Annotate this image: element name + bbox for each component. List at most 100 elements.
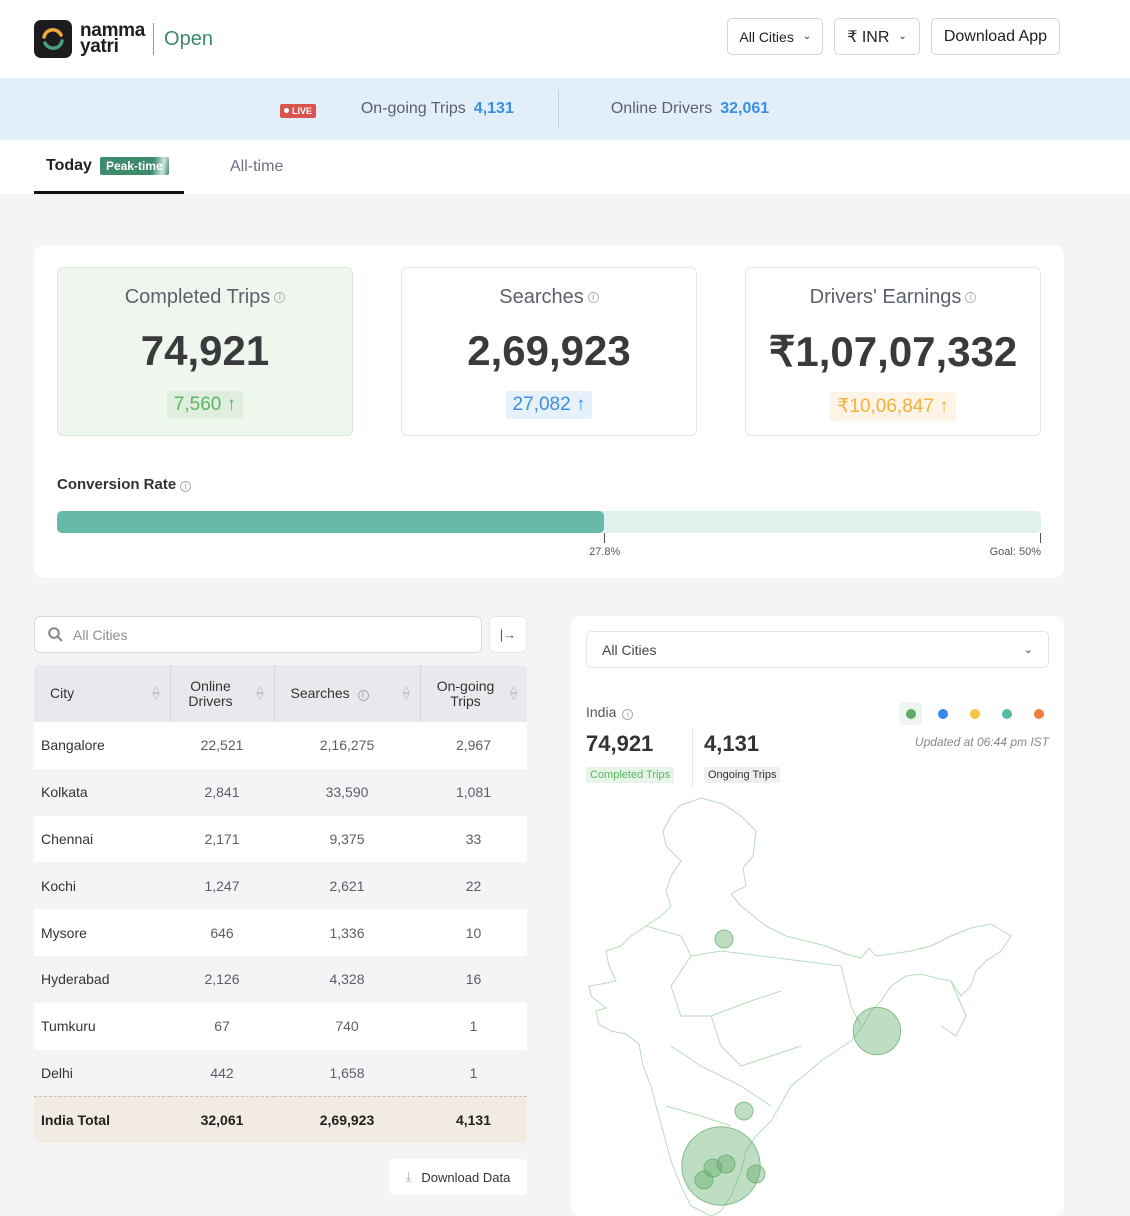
map-city-select[interactable]: All Cities ⌄ bbox=[586, 631, 1049, 668]
conversion-value-label: 27.8% bbox=[589, 546, 621, 558]
city-table: City △ ▽ Online Drivers △ ▽ Searches i △ ▽ On-… bbox=[34, 665, 527, 1144]
city-search[interactable] bbox=[34, 616, 482, 653]
metric-color-dot[interactable] bbox=[931, 702, 954, 725]
card-value: 2,69,923 bbox=[467, 327, 631, 374]
table-row[interactable]: Kochi 1,247 2,621 22 bbox=[34, 862, 527, 910]
sort-icon[interactable]: △ ▽ bbox=[257, 685, 264, 701]
collapse-panel-button[interactable]: |→ bbox=[489, 616, 527, 653]
cell-ongoing-trips: 10 bbox=[465, 924, 482, 941]
city-bubble-delhi[interactable] bbox=[714, 929, 734, 949]
online-drivers-value: 32,061 bbox=[720, 100, 770, 117]
table-row[interactable]: Bangalore 22,521 2,16,275 2,967 bbox=[34, 722, 527, 769]
metric-color-dot[interactable] bbox=[899, 702, 922, 725]
arrow-up-icon: ↑ bbox=[226, 394, 237, 415]
conversion-rate-title: Conversion Rate i bbox=[57, 476, 192, 493]
metric-color-dot[interactable] bbox=[963, 702, 986, 725]
sort-icon[interactable]: △ ▽ bbox=[153, 685, 160, 701]
card-delta: 27,082 ↑ bbox=[505, 391, 593, 419]
table-total-row: India Total 32,061 2,69,923 4,131 bbox=[34, 1095, 527, 1144]
city-bubble-tumkuru[interactable] bbox=[716, 1154, 736, 1174]
column-searches[interactable]: Searches i △ ▽ bbox=[274, 665, 421, 722]
namma-yatri-logo[interactable] bbox=[34, 20, 72, 58]
cell-city: Kolkata bbox=[34, 768, 170, 816]
updated-timestamp: Updated at 06:44 pm IST bbox=[914, 735, 1049, 749]
info-icon[interactable]: i bbox=[587, 292, 599, 304]
delta-value: 27,082 bbox=[512, 394, 571, 415]
live-stats-bar: LIVE On-going Trips 4,131 Online Drivers… bbox=[0, 78, 1130, 140]
cell-ongoing-trips: 22 bbox=[420, 862, 527, 910]
conversion-progress-bar bbox=[57, 511, 1041, 533]
cell-searches: 1,658 bbox=[274, 1049, 420, 1097]
download-icon: ⤓ bbox=[405, 1169, 412, 1184]
sort-icon[interactable]: △ ▽ bbox=[403, 685, 410, 701]
info-icon[interactable]: i bbox=[622, 709, 634, 720]
cell-city: Bangalore bbox=[41, 737, 105, 754]
cell-online-drivers: 2,841 bbox=[170, 768, 274, 816]
city-bubbles bbox=[681, 929, 902, 1206]
cell-city: Delhi bbox=[34, 1049, 170, 1097]
table-row[interactable]: Delhi 442 1,658 1 bbox=[34, 1049, 527, 1097]
cell-ongoing-trips: 1,081 bbox=[420, 768, 527, 816]
india-map[interactable] bbox=[571, 786, 1064, 1216]
table-row[interactable]: Mysore 646 1,336 10 bbox=[34, 909, 527, 956]
conversion-progress-fill bbox=[57, 511, 605, 533]
goal-tick bbox=[1040, 533, 1041, 543]
cell-searches: 33,590 bbox=[274, 768, 420, 816]
brand-suffix: Open bbox=[164, 27, 213, 50]
city-search-input[interactable] bbox=[73, 626, 453, 643]
ongoing-trips-value: 4,131 bbox=[473, 100, 514, 117]
city-select[interactable]: All Cities ⌄ bbox=[727, 18, 824, 55]
info-icon[interactable]: i bbox=[357, 690, 369, 701]
live-dot-icon bbox=[284, 108, 289, 113]
info-icon[interactable]: i bbox=[274, 292, 286, 304]
download-app-button[interactable]: Download App bbox=[930, 18, 1060, 55]
city-bubble-kolkata[interactable] bbox=[852, 1006, 902, 1056]
column-label: Online Drivers bbox=[188, 677, 233, 709]
logo-refresh-icon bbox=[42, 28, 64, 50]
sort-icon[interactable]: △ ▽ bbox=[510, 685, 517, 701]
arrow-up-icon: ↑ bbox=[575, 394, 586, 415]
info-icon[interactable]: i bbox=[965, 292, 977, 304]
live-badge: LIVE bbox=[280, 103, 317, 118]
map-stat-divider bbox=[692, 728, 693, 788]
color-dot-icon bbox=[937, 708, 948, 719]
color-dot-icon bbox=[1033, 708, 1044, 719]
searches-card: Searches i 2,69,923 27,082 ↑ bbox=[401, 267, 697, 436]
currency-select[interactable]: ₹ INR ⌄ bbox=[834, 18, 920, 55]
total-cell: 4,131 bbox=[420, 1095, 527, 1144]
brand-line2: yatri bbox=[80, 36, 119, 57]
cell-searches: 740 bbox=[335, 1018, 359, 1035]
table-row[interactable]: Tumkuru 67 740 1 bbox=[34, 1003, 527, 1050]
tab-today[interactable]: Today Peak-time bbox=[34, 140, 184, 194]
cell-searches: 2,16,275 bbox=[319, 737, 375, 754]
card-delta: 7,560 ↑ bbox=[166, 391, 244, 419]
brand-divider bbox=[153, 23, 155, 55]
info-icon[interactable]: i bbox=[180, 481, 192, 492]
city-bubble-chennai[interactable] bbox=[746, 1164, 766, 1184]
chevron-down-icon: ⌄ bbox=[802, 31, 812, 42]
download-data-label: Download Data bbox=[421, 1169, 511, 1185]
online-drivers-stat: Online Drivers 32,061 bbox=[611, 100, 769, 118]
column-ongoing-trips[interactable]: On-going Trips △ ▽ bbox=[420, 665, 527, 722]
metric-color-dot[interactable] bbox=[995, 702, 1018, 725]
cell-searches: 1,336 bbox=[329, 924, 365, 941]
region-name: India bbox=[586, 704, 617, 720]
download-data-button[interactable]: ⤓ Download Data bbox=[389, 1159, 527, 1195]
city-bubble-hyderabad[interactable] bbox=[734, 1101, 754, 1121]
table-row[interactable]: Chennai 2,171 9,375 33 bbox=[34, 816, 527, 863]
cell-online-drivers: 442 bbox=[170, 1049, 274, 1097]
metric-color-dot[interactable] bbox=[1027, 702, 1050, 725]
table-row[interactable]: Kolkata 2,841 33,590 1,081 bbox=[34, 768, 527, 816]
delta-value: ₹10,06,847 bbox=[837, 396, 934, 417]
tab-all-time[interactable]: All-time bbox=[218, 140, 295, 194]
arrow-up-icon: ↑ bbox=[939, 396, 949, 417]
conversion-value-tick bbox=[604, 533, 606, 543]
cell-city: Chennai bbox=[41, 830, 94, 847]
ongoing-trips-label: On-going Trips bbox=[360, 100, 466, 117]
table-row[interactable]: Hyderabad 2,126 4,328 16 bbox=[34, 955, 527, 1003]
column-online-drivers[interactable]: Online Drivers △ ▽ bbox=[170, 665, 275, 722]
stat-divider bbox=[557, 90, 559, 128]
column-city[interactable]: City △ ▽ bbox=[34, 665, 171, 722]
region-label: India i bbox=[586, 704, 634, 720]
total-cell: India Total bbox=[34, 1095, 170, 1144]
